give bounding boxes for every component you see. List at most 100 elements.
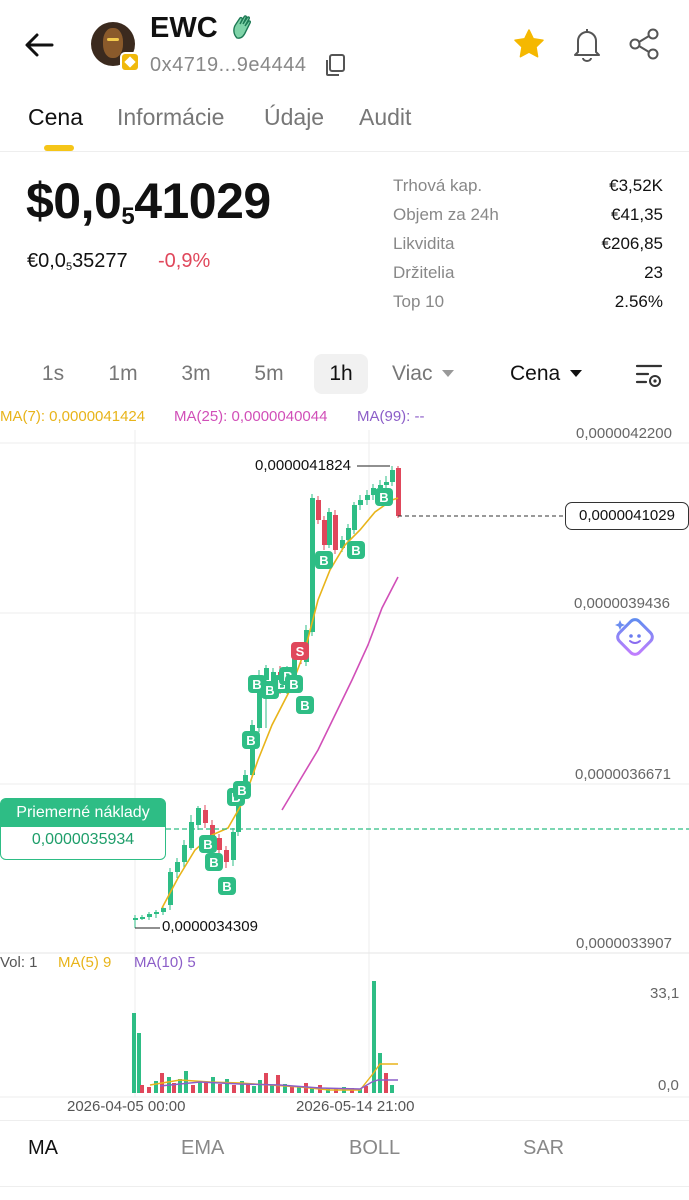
volume-bar xyxy=(372,981,376,1093)
candle xyxy=(358,500,363,505)
volume-axis-label: 33,1 xyxy=(650,985,680,1002)
tab-audit[interactable]: Audit xyxy=(359,104,411,131)
volume-bar xyxy=(264,1073,268,1093)
volume-bar xyxy=(137,1033,141,1093)
volume-bar xyxy=(390,1085,394,1093)
y-axis-label: 0,0000039436 xyxy=(574,595,670,612)
candle xyxy=(224,850,229,862)
bell-icon[interactable] xyxy=(570,26,604,62)
candle xyxy=(147,914,152,917)
chart-settings-icon[interactable] xyxy=(634,362,664,390)
token-name: EWC xyxy=(150,12,218,44)
timeframe-1h[interactable]: 1h xyxy=(314,354,368,394)
volume-bar xyxy=(191,1085,195,1093)
candle xyxy=(346,528,351,540)
ma25-legend: MA(25): 0,0000040044 xyxy=(174,408,328,425)
candle xyxy=(316,500,321,520)
y-axis-label: 0,0000042200 xyxy=(576,425,672,442)
volume-bar xyxy=(258,1080,262,1093)
volume-bar xyxy=(132,1013,136,1093)
volume-bar xyxy=(154,1081,158,1093)
bnb-chain-icon xyxy=(120,52,140,72)
price-change: -0,9% xyxy=(158,250,211,272)
volume-bar xyxy=(147,1087,151,1093)
buy-marker-label: B xyxy=(289,677,298,692)
indicator-ema[interactable]: EMA xyxy=(181,1137,224,1160)
ma7-legend: MA(7): 0,0000041424 xyxy=(0,408,146,425)
candle xyxy=(140,917,145,919)
buy-marker-label: B xyxy=(300,698,309,713)
share-icon[interactable] xyxy=(627,27,661,61)
buy-marker-label: B xyxy=(222,879,231,894)
waving-hand-icon xyxy=(233,15,251,39)
candle xyxy=(396,468,401,516)
volume-bar xyxy=(276,1075,280,1093)
header: EWC 0x4719...9e4444 xyxy=(0,0,689,90)
candle xyxy=(322,520,327,545)
market-stats: Trhová kap. €3,52K Objem za 24h €41,35 L… xyxy=(393,176,663,321)
candle xyxy=(182,845,187,862)
ai-assistant-icon[interactable] xyxy=(612,614,658,660)
buy-marker-label: B xyxy=(203,837,212,852)
volume-bar xyxy=(270,1085,274,1093)
usd-price: $0,0541029 xyxy=(26,173,271,230)
volume-bar xyxy=(204,1083,208,1093)
divider xyxy=(0,1186,689,1187)
candle xyxy=(378,485,383,488)
candle xyxy=(333,515,338,550)
eur-price: €0,0535277 xyxy=(27,250,128,273)
volume-bar xyxy=(378,1053,382,1093)
volume-bar xyxy=(140,1085,144,1093)
tab-data[interactable]: Údaje xyxy=(264,104,324,131)
buy-marker-label: B xyxy=(379,490,388,505)
average-cost-value: 0,0000035934 xyxy=(31,831,135,848)
timeframe-3m[interactable]: 3m xyxy=(173,354,219,394)
contract-address: 0x4719...9e4444 xyxy=(150,54,307,76)
indicator-tabs: MA EMA BOLL SAR xyxy=(0,1120,689,1174)
favorite-star-icon[interactable] xyxy=(512,27,546,61)
volume-bar xyxy=(297,1087,301,1093)
back-arrow-icon[interactable] xyxy=(22,28,56,62)
volume-bar xyxy=(211,1077,215,1093)
indicator-boll[interactable]: BOLL xyxy=(349,1137,400,1160)
x-axis-date-label: 2026-05-14 21:00 xyxy=(296,1098,415,1115)
candle xyxy=(175,862,180,872)
stat-volume-24h: Objem za 24h €41,35 xyxy=(393,205,663,224)
stat-market-cap: Trhová kap. €3,52K xyxy=(393,176,663,195)
indicator-sar[interactable]: SAR xyxy=(523,1137,564,1160)
timeframe-1m[interactable]: 1m xyxy=(100,354,146,394)
candle xyxy=(133,918,138,920)
volume-legend: Vol: 1 xyxy=(0,954,38,971)
section-tabs: Cena Informácie Údaje Audit xyxy=(0,98,689,152)
x-axis-date-label: 2026-04-05 00:00 xyxy=(67,1098,186,1115)
timeframe-more-dropdown[interactable]: Viac xyxy=(392,354,472,394)
volume-bar xyxy=(184,1071,188,1093)
copy-icon[interactable] xyxy=(322,52,348,78)
volume-bar xyxy=(225,1079,229,1093)
buy-marker-label: B xyxy=(237,783,246,798)
ma99-legend: MA(99): -- xyxy=(357,408,425,425)
ma25-line xyxy=(281,576,399,811)
stat-liquidity: Likvidita €206,85 xyxy=(393,234,663,253)
ma7-line xyxy=(161,497,399,909)
tab-info[interactable]: Informácie xyxy=(117,104,224,131)
y-axis-label: 0,0000033907 xyxy=(576,935,672,952)
buy-marker-label: B xyxy=(351,543,360,558)
candle xyxy=(217,838,222,850)
candle xyxy=(203,810,208,823)
average-cost-title: Priemerné náklady xyxy=(1,799,165,827)
sell-marker-label: S xyxy=(296,644,305,659)
volume-bar xyxy=(232,1085,236,1093)
tab-price[interactable]: Cena xyxy=(28,104,83,131)
volume-ma10-legend: MA(10) 5 xyxy=(134,954,196,971)
indicator-ma[interactable]: MA xyxy=(28,1137,58,1160)
candle xyxy=(352,505,357,530)
y-axis-label: 0,0000036671 xyxy=(575,766,671,783)
timeframe-1s[interactable]: 1s xyxy=(30,354,76,394)
series-type-dropdown[interactable]: Cena xyxy=(510,354,590,394)
low-price-label: 0,0000034309 xyxy=(162,918,258,935)
chevron-down-icon xyxy=(570,370,583,377)
candle xyxy=(196,808,201,825)
timeframe-5m[interactable]: 5m xyxy=(246,354,292,394)
candle xyxy=(189,822,194,848)
